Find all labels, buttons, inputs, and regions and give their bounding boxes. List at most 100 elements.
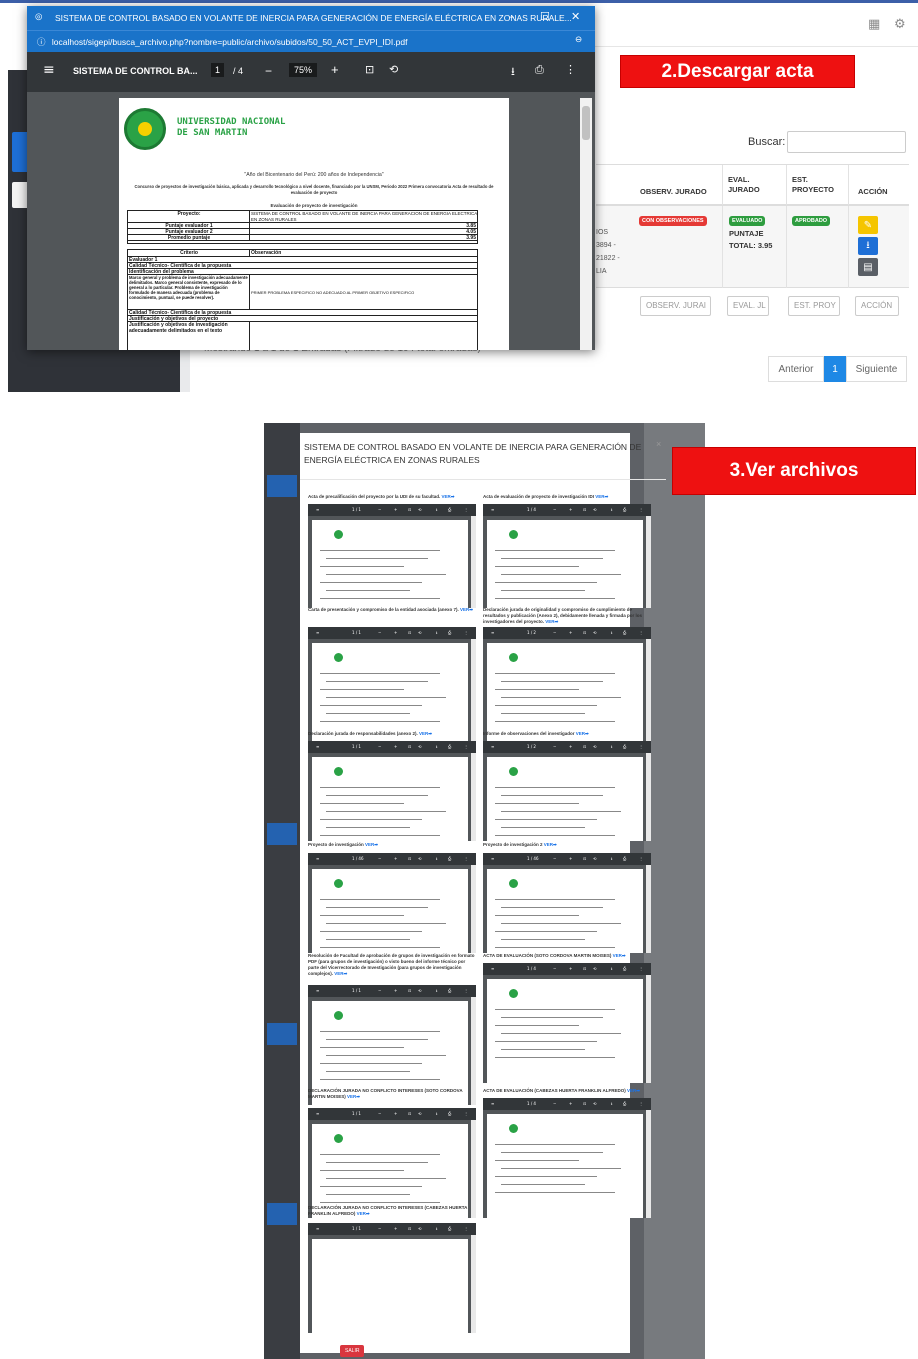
page-count[interactable]: 1 / 1: [352, 507, 361, 512]
rotate-icon[interactable]: ⟲: [593, 966, 596, 971]
print-icon[interactable]: ⎙: [448, 988, 451, 993]
download-icon[interactable]: ⭳: [611, 507, 612, 514]
more-icon[interactable]: ⋮: [639, 507, 643, 512]
menu-icon[interactable]: ≡: [491, 966, 494, 971]
zoom-out-icon[interactable]: −: [378, 507, 381, 512]
page-number-input[interactable]: 1: [211, 63, 225, 77]
filter-eval[interactable]: EVAL. JL: [727, 296, 769, 316]
zoom-in-icon[interactable]: +: [394, 988, 397, 993]
more-icon[interactable]: ⋮: [464, 630, 468, 635]
pdf-preview[interactable]: ≡ 1 / 2 − + ⊡ ⟲ ⭳ ⎙ ⋮: [483, 627, 651, 747]
zoom-out-icon[interactable]: −: [553, 1101, 556, 1106]
download-icon[interactable]: ⭳: [611, 1101, 612, 1108]
fit-page-icon[interactable]: ⊡: [408, 1111, 411, 1116]
zoom-out-icon[interactable]: −: [553, 966, 556, 971]
preview-scrollbar[interactable]: [471, 753, 476, 841]
menu-icon[interactable]: ≡: [316, 856, 319, 861]
pdf-preview[interactable]: ≡ 1 / 1 − + ⊡ ⟲ ⭳ ⎙ ⋮: [308, 1223, 476, 1333]
more-icon[interactable]: ⋮: [464, 1111, 468, 1116]
menu-icon[interactable]: ≡: [491, 630, 494, 635]
view-link[interactable]: VER➡: [613, 953, 626, 958]
page-count[interactable]: 1 / 1: [352, 988, 361, 993]
zoom-in-icon[interactable]: +: [569, 966, 572, 971]
zoom-in-icon[interactable]: +: [394, 507, 397, 512]
pdf-preview[interactable]: ≡ 1 / 4 − + ⊡ ⟲ ⭳ ⎙ ⋮: [483, 504, 651, 608]
view-link[interactable]: VER➡: [334, 971, 347, 976]
preview-scrollbar[interactable]: [646, 975, 651, 1083]
zoom-out-icon[interactable]: −: [553, 507, 556, 512]
fit-page-icon[interactable]: ⊡: [408, 988, 411, 993]
download-icon[interactable]: ⭳: [436, 507, 437, 514]
more-icon[interactable]: ⋮: [464, 744, 468, 749]
fit-page-icon[interactable]: ⊡: [408, 507, 411, 512]
pdf-preview[interactable]: ≡ 1 / 4 − + ⊡ ⟲ ⭳ ⎙ ⋮: [483, 1098, 651, 1218]
rotate-icon[interactable]: ⟲: [418, 507, 421, 512]
more-icon[interactable]: ⋮: [639, 856, 643, 861]
pdf-scrollbar[interactable]: [580, 98, 592, 350]
zoom-in-button[interactable]: +: [331, 62, 339, 77]
fit-page-icon[interactable]: ⊡: [408, 1226, 411, 1231]
download-icon[interactable]: ⭳: [436, 744, 437, 751]
menu-icon[interactable]: ≡: [316, 1226, 319, 1231]
rotate-icon[interactable]: ⟲: [418, 988, 421, 993]
print-icon[interactable]: ⎙: [623, 1101, 626, 1106]
preview-scrollbar[interactable]: [646, 753, 651, 841]
zoom-in-icon[interactable]: +: [569, 856, 572, 861]
minimize-icon[interactable]: –: [509, 10, 515, 23]
pdf-preview[interactable]: ≡ 1 / 1 − + ⊡ ⟲ ⭳ ⎙ ⋮: [308, 504, 476, 608]
preview-scrollbar[interactable]: [471, 1235, 476, 1333]
address-bar[interactable]: ⓘ localhost/sigepi/busca_archivo.php?nom…: [27, 30, 595, 52]
preview-scrollbar[interactable]: [471, 1120, 476, 1218]
rotate-icon[interactable]: ⟲: [418, 1226, 421, 1231]
fit-page-icon[interactable]: ⊡: [583, 507, 586, 512]
zoom-icon[interactable]: ⊖: [575, 35, 582, 45]
page-count[interactable]: 1 / 4: [527, 1101, 536, 1106]
view-link[interactable]: VER➡: [419, 731, 432, 736]
filter-accion[interactable]: ACCIÓN: [855, 296, 899, 316]
fit-page-icon[interactable]: ⊡: [583, 966, 586, 971]
menu-icon[interactable]: ≡: [316, 630, 319, 635]
more-icon[interactable]: ⋮: [464, 507, 468, 512]
print-icon[interactable]: ⎙: [623, 856, 626, 861]
zoom-out-icon[interactable]: −: [553, 630, 556, 635]
zoom-out-icon[interactable]: −: [553, 744, 556, 749]
view-link[interactable]: VER➡: [627, 1088, 640, 1093]
more-icon[interactable]: ⋮: [639, 630, 643, 635]
zoom-in-icon[interactable]: +: [394, 1226, 397, 1231]
zoom-in-icon[interactable]: +: [569, 744, 572, 749]
preview-scrollbar[interactable]: [471, 865, 476, 953]
page-count[interactable]: 1 / 1: [352, 1111, 361, 1116]
download-icon[interactable]: ⭳: [436, 630, 437, 637]
download-icon[interactable]: ⭳: [511, 63, 515, 82]
more-icon[interactable]: ⋮: [464, 988, 468, 993]
pdf-preview[interactable]: ≡ 1 / 1 − + ⊡ ⟲ ⭳ ⎙ ⋮: [308, 627, 476, 747]
menu-icon[interactable]: ≡: [491, 507, 494, 512]
download-icon[interactable]: ⭳: [611, 744, 612, 751]
print-icon[interactable]: ⎙: [448, 1111, 451, 1116]
page-count[interactable]: 1 / 2: [527, 744, 536, 749]
zoom-out-icon[interactable]: −: [378, 856, 381, 861]
preview-scrollbar[interactable]: [471, 516, 476, 608]
zoom-in-icon[interactable]: +: [569, 630, 572, 635]
filter-estado[interactable]: EST. PROY: [788, 296, 840, 316]
pager-next[interactable]: Siguiente: [846, 356, 907, 382]
modal-close-button[interactable]: ×: [656, 439, 661, 449]
zoom-out-button[interactable]: −: [265, 64, 272, 78]
fit-page-icon[interactable]: ⊡: [408, 856, 411, 861]
zoom-out-icon[interactable]: −: [378, 1226, 381, 1231]
pdf-preview[interactable]: ≡ 1 / 46 − + ⊡ ⟲ ⭳ ⎙ ⋮: [308, 853, 476, 953]
zoom-out-icon[interactable]: −: [378, 988, 381, 993]
page-count[interactable]: 1 / 4: [527, 507, 536, 512]
rotate-icon[interactable]: ⟲: [418, 856, 421, 861]
fit-page-icon[interactable]: ⊡: [365, 63, 374, 76]
more-icon[interactable]: ⋮: [639, 744, 643, 749]
download-icon[interactable]: ⭳: [611, 630, 612, 637]
fit-page-icon[interactable]: ⊡: [583, 1101, 586, 1106]
page-count[interactable]: 1 / 46: [352, 856, 364, 861]
rotate-icon[interactable]: ⟲: [593, 1101, 596, 1106]
print-icon[interactable]: ⎙: [623, 630, 626, 635]
download-icon[interactable]: ⭳: [436, 856, 437, 863]
view-link[interactable]: VER➡: [595, 494, 608, 499]
menu-icon[interactable]: ≡: [316, 988, 319, 993]
more-icon[interactable]: ⋮: [464, 856, 468, 861]
